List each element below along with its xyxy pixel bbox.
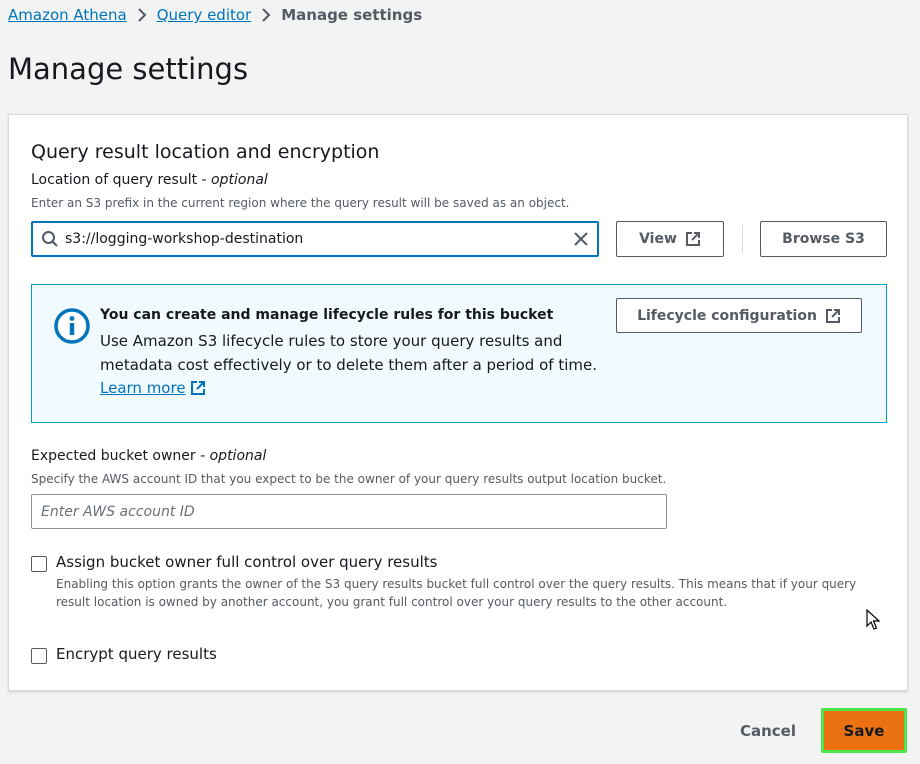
external-link-icon <box>190 380 206 396</box>
cancel-button[interactable]: Cancel <box>730 716 806 746</box>
breadcrumb-amazon-athena[interactable]: Amazon Athena <box>8 6 127 24</box>
lifecycle-info-alert: You can create and manage lifecycle rule… <box>31 284 887 423</box>
full-control-label: Assign bucket owner full control over qu… <box>56 553 438 571</box>
info-icon <box>53 307 91 345</box>
lifecycle-button-label: Lifecycle configuration <box>637 307 817 324</box>
full-control-checkbox[interactable] <box>31 556 47 572</box>
location-search-box <box>31 221 599 257</box>
external-link-icon <box>825 308 841 324</box>
optional-tag: - optional <box>200 448 267 464</box>
search-icon <box>41 230 59 248</box>
page-title: Manage settings <box>8 52 249 86</box>
view-button-label: View <box>639 231 677 247</box>
browse-s3-button[interactable]: Browse S3 <box>760 221 887 257</box>
location-label: Location of query result - optional <box>31 172 268 188</box>
lifecycle-configuration-button[interactable]: Lifecycle configuration <box>616 298 862 333</box>
button-divider <box>742 225 743 253</box>
location-input[interactable] <box>65 231 573 247</box>
location-label-text: Location of query result <box>31 172 198 188</box>
encrypt-label: Encrypt query results <box>56 645 217 663</box>
chevron-right-icon <box>137 8 147 22</box>
breadcrumb-current: Manage settings <box>281 6 423 24</box>
view-button[interactable]: View <box>616 221 724 257</box>
owner-label: Expected bucket owner - optional <box>31 448 266 464</box>
account-id-input[interactable] <box>31 494 667 529</box>
breadcrumb: Amazon Athena Query editor Manage settin… <box>8 4 422 26</box>
section-title: Query result location and encryption <box>31 141 380 163</box>
settings-panel: Query result location and encryption Loc… <box>8 114 908 691</box>
external-link-icon <box>685 231 701 247</box>
breadcrumb-query-editor[interactable]: Query editor <box>157 6 252 24</box>
location-description: Enter an S3 prefix in the current region… <box>31 196 570 210</box>
info-text: Use Amazon S3 lifecycle rules to store y… <box>100 332 597 374</box>
mouse-cursor-icon <box>866 609 880 631</box>
encrypt-checkbox[interactable] <box>31 648 47 664</box>
chevron-right-icon <box>261 8 271 22</box>
owner-label-text: Expected bucket owner <box>31 448 196 464</box>
full-control-description: Enabling this option grants the owner of… <box>56 577 857 609</box>
learn-more-text: Learn more <box>100 379 186 397</box>
clear-icon[interactable] <box>573 231 589 247</box>
info-title: You can create and manage lifecycle rule… <box>100 307 554 323</box>
optional-tag: - optional <box>201 172 268 188</box>
save-button[interactable]: Save <box>821 708 907 753</box>
learn-more-link[interactable]: Learn more <box>100 379 206 397</box>
owner-description: Specify the AWS account ID that you expe… <box>31 472 667 486</box>
